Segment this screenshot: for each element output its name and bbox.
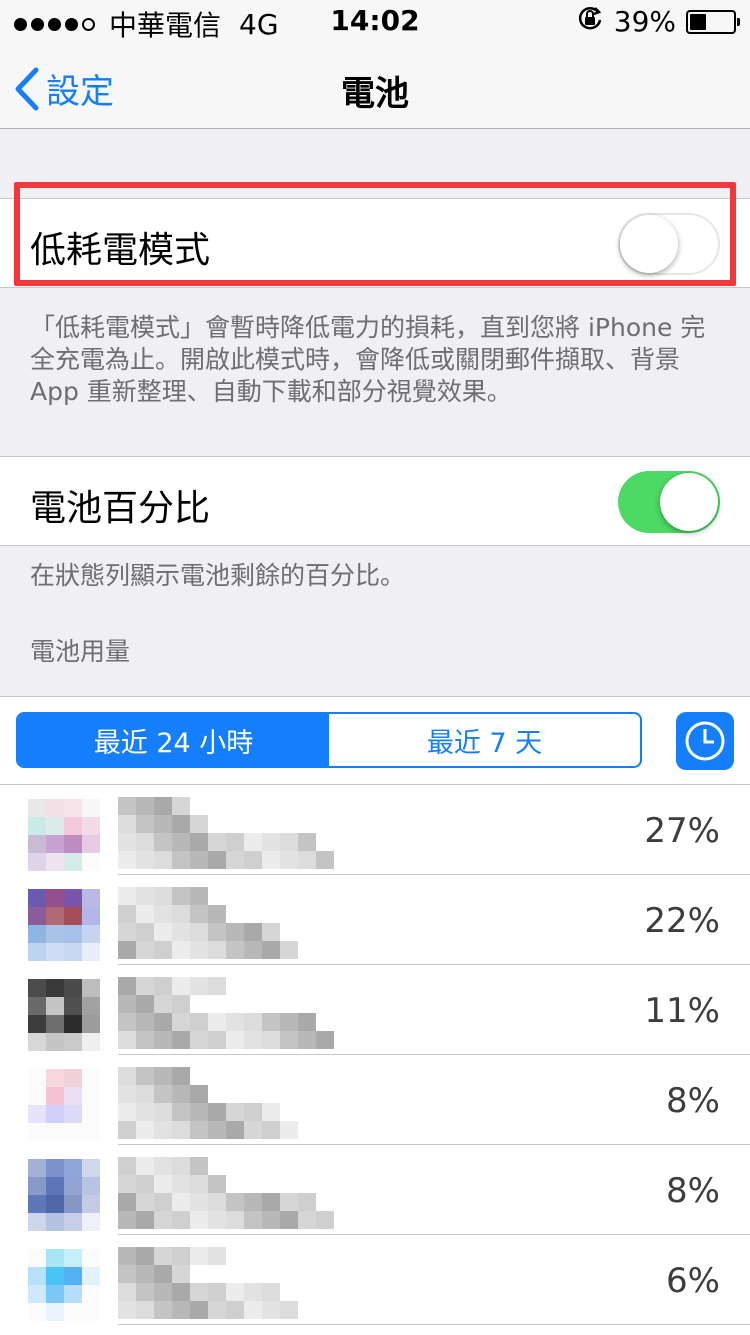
status-right: 39% (576, 4, 740, 39)
segment-last-7-days[interactable]: 最近 7 天 (329, 714, 640, 766)
app-usage-row[interactable]: 8% (0, 1055, 750, 1145)
page-title: 電池 (341, 74, 409, 114)
app-icon (28, 889, 100, 961)
battery-percentage-footer: 在狀態列顯示電池剩餘的百分比。 (30, 561, 406, 590)
orientation-lock-icon (576, 4, 604, 39)
app-usage-row[interactable]: 22% (0, 875, 750, 965)
battery-icon (686, 9, 740, 34)
battery-percent: 39% (613, 5, 676, 38)
app-usage-row[interactable]: 8% (0, 1145, 750, 1235)
toggle-knob (660, 473, 718, 531)
app-name-pixelated (118, 1067, 334, 1139)
app-usage-percent: 6% (666, 1261, 720, 1301)
app-usage-list: 27% 22% 11% 8% 8% 6% (0, 784, 750, 1335)
battery-percentage-toggle[interactable] (618, 471, 720, 533)
battery-percentage-row: 電池百分比 (0, 456, 750, 546)
highlight-box (14, 182, 736, 286)
app-usage-percent: 8% (666, 1171, 720, 1211)
battery-usage-header: 電池用量 (30, 637, 131, 666)
app-icon (28, 979, 100, 1051)
app-icon (28, 1159, 100, 1231)
app-usage-percent: 27% (644, 811, 720, 851)
usage-period-segmented-control: 最近 24 小時 最近 7 天 (16, 712, 642, 768)
segment-last-24-hours[interactable]: 最近 24 小時 (18, 714, 329, 766)
app-name-pixelated (118, 1247, 334, 1319)
status-bar: 中華電信 4G 14:02 39% (0, 0, 750, 42)
navigation-bar: 設定 電池 (0, 40, 750, 129)
app-usage-row[interactable]: 6% (0, 1235, 750, 1325)
app-icon (28, 1249, 100, 1321)
clock-icon (685, 721, 725, 761)
app-usage-percent: 8% (666, 1081, 720, 1121)
app-usage-percent: 11% (644, 991, 720, 1031)
app-usage-row[interactable]: 11% (0, 965, 750, 1055)
app-icon (28, 799, 100, 871)
app-name-pixelated (118, 797, 334, 869)
app-name-pixelated (118, 887, 334, 959)
low-power-mode-footer: 「低耗電模式」會暫時降低電力的損耗，直到您將 iPhone 完全充電為止。開啟此… (30, 313, 706, 406)
row-separator (118, 1324, 750, 1325)
app-usage-row[interactable]: 27% (0, 785, 750, 875)
app-usage-percent: 22% (644, 901, 720, 941)
show-activity-button[interactable] (676, 712, 734, 770)
battery-percentage-label: 電池百分比 (30, 488, 211, 529)
app-icon (28, 1069, 100, 1141)
app-name-pixelated (118, 977, 334, 1049)
app-name-pixelated (118, 1157, 334, 1229)
